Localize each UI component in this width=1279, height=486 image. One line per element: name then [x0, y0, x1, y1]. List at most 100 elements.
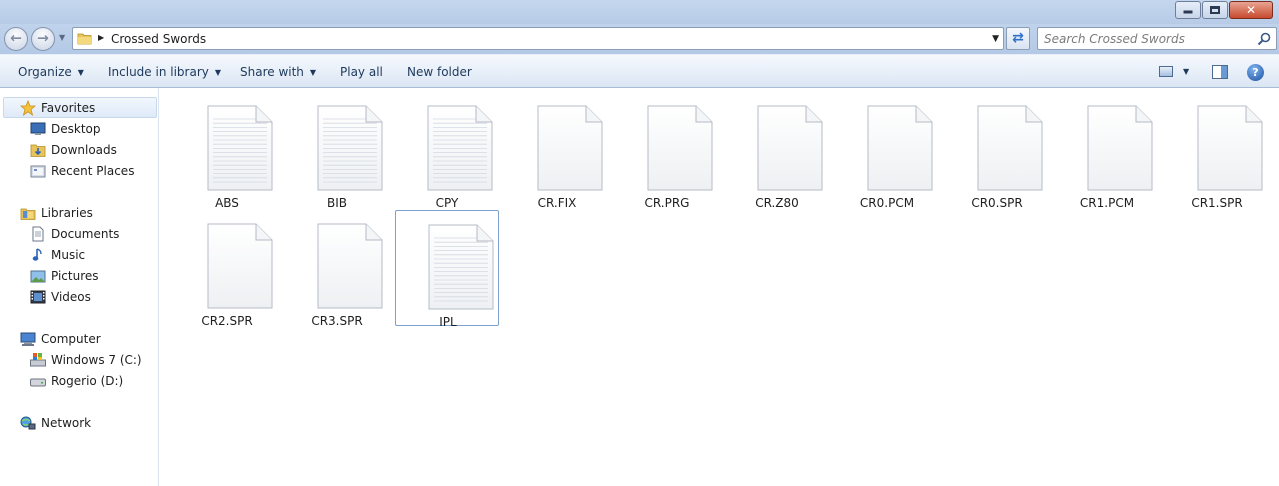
file-name: ABS [215, 196, 239, 210]
nav-downloads[interactable]: Downloads [30, 140, 117, 160]
navigation-pane: Favorites Desktop Downloads Recent Place… [0, 88, 159, 486]
back-button[interactable]: ← [4, 27, 28, 51]
nav-desktop[interactable]: Desktop [30, 119, 101, 139]
search-input[interactable] [1044, 31, 1244, 47]
play-all-label: Play all [340, 65, 383, 79]
file-item[interactable]: CR.FIX [505, 92, 609, 210]
blank-document-icon [977, 105, 1043, 191]
nav-recent-places[interactable]: Recent Places [30, 161, 134, 181]
breadcrumb-separator-icon[interactable]: ▶ [98, 33, 104, 42]
nav-music-label: Music [51, 248, 86, 262]
file-name: CR3.SPR [311, 314, 363, 328]
nav-pictures[interactable]: Pictures [30, 266, 99, 286]
share-with-button[interactable]: Share with ▼ [240, 65, 316, 79]
minimize-button[interactable] [1175, 1, 1201, 19]
nav-downloads-label: Downloads [51, 143, 117, 157]
close-icon: ✕ [1245, 3, 1257, 17]
include-in-library-label: Include in library [108, 65, 209, 79]
search-icon[interactable] [1257, 32, 1271, 46]
nav-documents[interactable]: Documents [30, 224, 119, 244]
file-name: CR.Z80 [755, 196, 799, 210]
text-document-icon [428, 224, 494, 310]
videos-icon [30, 290, 46, 304]
nav-rogerio-drive-label: Rogerio (D:) [51, 374, 124, 388]
refresh-button[interactable]: ⇄ [1006, 27, 1030, 50]
file-item[interactable]: CR1.SPR [1165, 92, 1269, 210]
chevron-down-icon: ▼ [77, 68, 84, 77]
change-view-icon[interactable] [1159, 66, 1173, 77]
view-options-dropdown-icon[interactable]: ▼ [1183, 67, 1189, 76]
downloads-folder-icon [30, 144, 46, 157]
help-icon[interactable]: ? [1247, 64, 1264, 81]
file-name: CR0.SPR [971, 196, 1023, 210]
nav-windows-drive[interactable]: Windows 7 (C:) [30, 350, 142, 370]
include-in-library-button[interactable]: Include in library ▼ [108, 65, 221, 79]
file-item[interactable]: CPY [395, 92, 499, 210]
chevron-down-icon: ▼ [309, 68, 317, 77]
back-arrow-icon: ← [10, 30, 22, 47]
file-item[interactable]: IPL [395, 210, 499, 329]
breadcrumb-current[interactable]: Crossed Swords [111, 32, 206, 46]
new-folder-button[interactable]: New folder [407, 65, 472, 79]
chevron-down-icon: ▼ [214, 68, 222, 77]
nav-videos[interactable]: Videos [30, 287, 91, 307]
drive-icon [30, 378, 46, 387]
nav-libraries-label: Libraries [41, 206, 93, 220]
close-button[interactable]: ✕ [1229, 1, 1273, 19]
file-item[interactable]: CR.Z80 [725, 92, 829, 210]
star-icon [20, 100, 36, 116]
nav-recent-places-label: Recent Places [51, 164, 135, 178]
libraries-icon [20, 208, 36, 220]
recent-places-icon [30, 165, 46, 178]
minimize-icon [1183, 7, 1193, 14]
file-item[interactable]: CR1.PCM [1055, 92, 1159, 210]
nav-pictures-label: Pictures [51, 269, 99, 283]
address-bar[interactable]: ▶ Crossed Swords ▼ [72, 27, 1004, 50]
file-item[interactable]: CR2.SPR [175, 210, 279, 328]
nav-favorites[interactable]: Favorites [20, 98, 95, 118]
restore-button[interactable] [1202, 1, 1228, 19]
file-name: CR.FIX [537, 196, 577, 210]
folder-icon [77, 33, 92, 45]
nav-libraries[interactable]: Libraries [20, 203, 93, 223]
file-list[interactable]: ABS BIB CPY CR.FIX CR.PRG CR.Z80 CR0.PCM… [160, 88, 1279, 486]
nav-favorites-label: Favorites [41, 101, 96, 115]
network-icon [20, 416, 36, 430]
address-history-dropdown-icon[interactable]: ▼ [992, 34, 999, 44]
nav-computer[interactable]: Computer [20, 329, 101, 349]
recent-pages-dropdown-icon[interactable]: ▼ [59, 33, 65, 42]
title-bar: ✕ [0, 0, 1279, 24]
file-name: CR2.SPR [201, 314, 253, 328]
file-item[interactable]: ABS [175, 92, 279, 210]
forward-button[interactable]: → [31, 27, 55, 51]
organize-button[interactable]: Organize ▼ [18, 65, 84, 79]
nav-network[interactable]: Network [20, 413, 91, 433]
blank-document-icon [867, 105, 933, 191]
blank-document-icon [207, 223, 273, 309]
file-item[interactable]: CR.PRG [615, 92, 719, 210]
refresh-icon: ⇄ [1012, 29, 1024, 46]
preview-pane-icon[interactable] [1212, 65, 1228, 79]
new-folder-label: New folder [407, 65, 472, 79]
file-item[interactable]: CR3.SPR [285, 210, 389, 328]
search-box[interactable] [1037, 27, 1277, 50]
nav-documents-label: Documents [51, 227, 120, 241]
window-controls: ✕ [1174, 1, 1273, 19]
blank-document-icon [537, 105, 603, 191]
file-name: CR.PRG [644, 196, 690, 210]
file-item[interactable]: CR0.SPR [945, 92, 1049, 210]
music-icon [32, 248, 42, 261]
share-with-label: Share with [240, 65, 304, 79]
file-name: BIB [326, 196, 347, 210]
play-all-button[interactable]: Play all [340, 65, 383, 79]
file-item[interactable]: BIB [285, 92, 389, 210]
nav-rogerio-drive[interactable]: Rogerio (D:) [30, 371, 123, 391]
text-document-icon [427, 105, 493, 191]
blank-document-icon [317, 223, 383, 309]
file-item[interactable]: CR0.PCM [835, 92, 939, 210]
documents-icon [32, 226, 44, 242]
command-bar: Organize ▼ Include in library ▼ Share with… [0, 54, 1279, 88]
nav-music[interactable]: Music [30, 245, 85, 265]
nav-computer-label: Computer [41, 332, 101, 346]
computer-icon [20, 332, 36, 346]
